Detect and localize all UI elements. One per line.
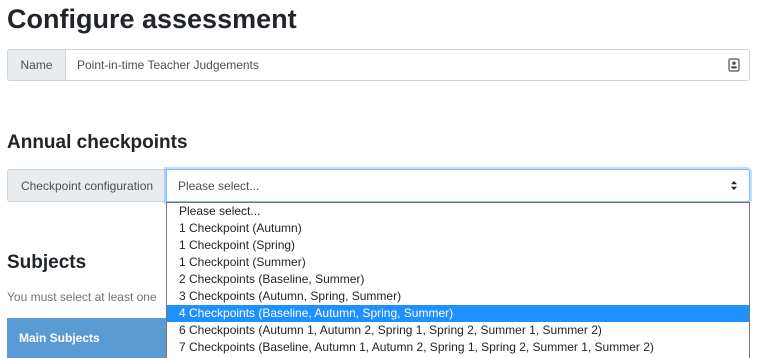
dropdown-option[interactable]: 7 Checkpoints (Baseline, Autumn 1, Autum… — [167, 339, 749, 356]
dropdown-option[interactable]: 1 Checkpoint (Summer) — [167, 254, 749, 271]
contact-card-icon[interactable] — [719, 50, 749, 80]
subjects-heading: Subjects — [7, 252, 87, 273]
dropdown-option[interactable]: 4 Checkpoints (Baseline, Autumn, Spring,… — [167, 305, 749, 322]
dropdown-option[interactable]: 1 Checkpoint (Autumn) — [167, 220, 749, 237]
main-subjects-table-header: Main Subjects — [7, 318, 177, 358]
checkpoint-options-dropdown: Please select... 1 Checkpoint (Autumn) 1… — [166, 202, 750, 358]
dropdown-option[interactable]: Please select... — [167, 203, 749, 220]
dropdown-option[interactable]: 2 Checkpoints (Baseline, Summer) — [167, 271, 749, 288]
checkpoint-config-value: Please select... — [178, 178, 260, 193]
name-input[interactable]: Point-in-time Teacher Judgements — [66, 50, 719, 80]
configure-assessment-page: Configure assessment Name Point-in-time … — [0, 0, 757, 358]
checkpoint-config-group: Checkpoint configuration Please select..… — [7, 169, 750, 202]
name-label: Name — [8, 50, 66, 80]
page-title: Configure assessment — [7, 4, 297, 34]
dropdown-option[interactable]: 3 Checkpoints (Autumn, Spring, Summer) — [167, 288, 749, 305]
subjects-helper-text: You must select at least one — [7, 290, 157, 304]
dropdown-option[interactable]: 1 Checkpoint (Spring) — [167, 237, 749, 254]
checkpoint-config-label: Checkpoint configuration — [7, 169, 166, 202]
name-input-group: Name Point-in-time Teacher Judgements — [7, 49, 750, 81]
select-arrows-icon — [730, 180, 738, 191]
checkpoint-config-select[interactable]: Please select... — [166, 169, 750, 202]
dropdown-option[interactable]: 6 Checkpoints (Autumn 1, Autumn 2, Sprin… — [167, 322, 749, 339]
annual-checkpoints-heading: Annual checkpoints — [7, 132, 188, 153]
